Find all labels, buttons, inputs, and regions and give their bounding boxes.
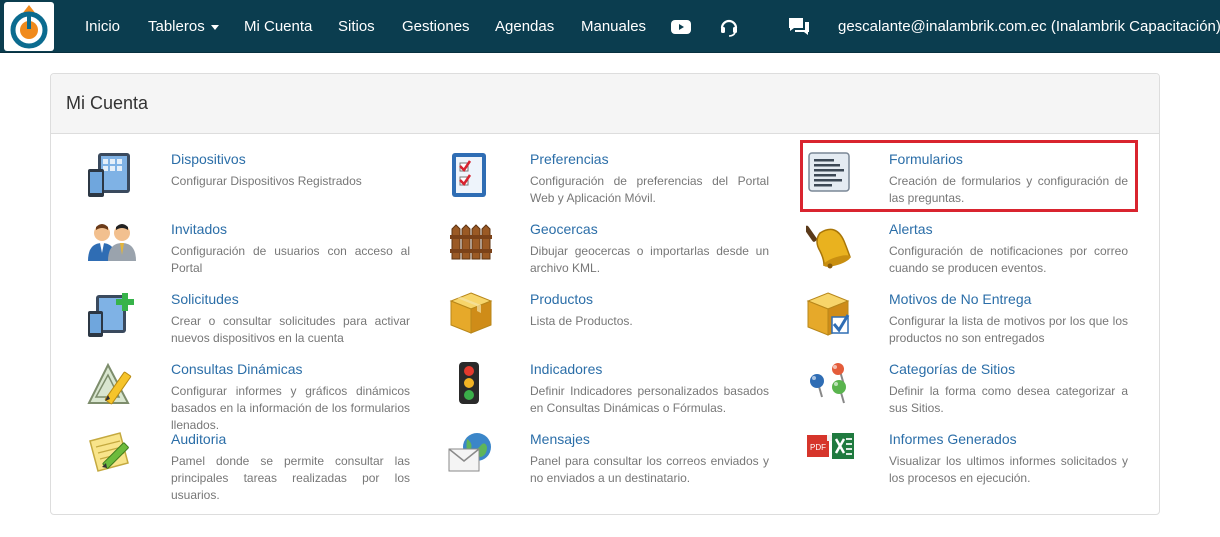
item-desc: Pamel donde se permite consultar las pri… (171, 454, 410, 502)
nav-agendas[interactable]: Agendas (495, 0, 554, 53)
item-desc: Lista de Productos. (530, 314, 633, 328)
nav-sitios[interactable]: Sitios (338, 0, 375, 53)
item-mensajes: Mensajes Panel para consultar los correo… (409, 431, 769, 501)
item-title[interactable]: Geocercas (530, 221, 598, 237)
item-preferencias: Preferencias Configuración de preferenci… (409, 151, 769, 221)
box-icon[interactable] (449, 291, 503, 345)
item-solicitudes: Solicitudes Crear o consultar solicitude… (50, 291, 410, 361)
item-title[interactable]: Invitados (171, 221, 227, 237)
item-invitados: Invitados Configuración de usuarios con … (50, 221, 410, 291)
item-indicadores: Indicadores Definir Indicadores personal… (409, 361, 769, 431)
nav-manuales[interactable]: Manuales (581, 0, 646, 53)
youtube-icon[interactable] (670, 0, 692, 53)
logo-icon (10, 5, 48, 49)
app-logo[interactable] (4, 2, 54, 51)
item-desc: Configuración de usuarios con acceso al … (171, 244, 410, 275)
add-device-icon[interactable] (86, 291, 140, 345)
chat-icon[interactable] (787, 0, 811, 53)
user-menu[interactable]: gescalante@inalambrik.com.ec (Inalambrik… (838, 0, 1220, 53)
highlight-box (800, 140, 1138, 212)
item-productos: Productos Lista de Productos. (409, 291, 749, 361)
item-desc: Crear o consultar solicitudes para activ… (171, 314, 410, 345)
item-desc: Configurar informes y gráficos dinámicos… (171, 384, 410, 432)
item-alertas: Alertas Configuración de notificaciones … (768, 221, 1128, 291)
nav-gestiones[interactable]: Gestiones (402, 0, 470, 53)
item-desc: Definir la forma como desea categorizar … (889, 384, 1128, 415)
item-desc: Configurar la lista de motivos por los q… (889, 314, 1128, 345)
checklist-icon[interactable] (449, 151, 503, 205)
top-navbar: Inicio Tableros Mi Cuenta Sitios Gestion… (0, 0, 1220, 53)
chart-pencil-icon[interactable] (86, 361, 140, 415)
item-title[interactable]: Alertas (889, 221, 933, 237)
item-desc: Configurar Dispositivos Registrados (171, 174, 362, 188)
pins-icon[interactable] (806, 361, 860, 415)
traffic-light-icon[interactable] (455, 361, 509, 415)
bell-icon[interactable] (806, 221, 860, 275)
caret-down-icon (210, 24, 219, 30)
item-desc: Definir Indicadores personalizados basad… (530, 384, 769, 415)
item-informes-generados: PDF Informes Generados Visualizar los ul… (768, 431, 1128, 501)
item-title[interactable]: Motivos de No Entrega (889, 291, 1031, 307)
nav-mi-cuenta[interactable]: Mi Cuenta (244, 0, 312, 53)
panel-title: Mi Cuenta (66, 93, 149, 113)
item-desc: Visualizar los ultimos informes solicita… (889, 454, 1128, 485)
item-title[interactable]: Indicadores (530, 361, 602, 377)
item-desc: Panel para consultar los correos enviado… (530, 454, 769, 485)
users-icon[interactable] (86, 221, 140, 275)
nav-tableros[interactable]: Tableros (148, 0, 219, 53)
item-desc: Dibujar geocercas o importarlas desde un… (530, 244, 769, 275)
item-auditoria: Auditoria Pamel donde se permite consult… (50, 431, 410, 502)
item-title[interactable]: Preferencias (530, 151, 609, 167)
headset-icon[interactable] (718, 0, 740, 53)
panel-heading: Mi Cuenta (51, 74, 1159, 134)
item-categorias-sitios: Categorías de Sitios Definir la forma co… (768, 361, 1128, 431)
item-title[interactable]: Auditoria (171, 431, 226, 447)
item-desc: Configuración de preferencias del Portal… (530, 174, 769, 205)
item-title[interactable]: Consultas Dinámicas (171, 361, 303, 377)
box-check-icon[interactable] (806, 291, 860, 345)
svg-text:PDF: PDF (810, 443, 826, 452)
item-dispositivos: Dispositivos Configurar Dispositivos Reg… (50, 151, 390, 221)
item-title[interactable]: Dispositivos (171, 151, 246, 167)
notepad-icon[interactable] (86, 431, 140, 485)
item-desc: Configuración de notificaciones por corr… (889, 244, 1128, 275)
item-title[interactable]: Mensajes (530, 431, 590, 447)
fence-icon[interactable] (449, 221, 503, 275)
item-title[interactable]: Productos (530, 291, 593, 307)
nav-inicio[interactable]: Inicio (85, 0, 120, 53)
pdf-excel-icon[interactable]: PDF (806, 431, 860, 485)
item-title[interactable]: Categorías de Sitios (889, 361, 1015, 377)
item-consultas-dinamicas: Consultas Dinámicas Configurar informes … (50, 361, 410, 432)
devices-icon[interactable] (86, 151, 140, 205)
item-title[interactable]: Solicitudes (171, 291, 239, 307)
item-title[interactable]: Informes Generados (889, 431, 1017, 447)
item-geocercas: Geocercas Dibujar geocercas o importarla… (409, 221, 769, 291)
mail-globe-icon[interactable] (447, 431, 501, 485)
item-motivos-no-entrega: Motivos de No Entrega Configurar la list… (768, 291, 1128, 361)
